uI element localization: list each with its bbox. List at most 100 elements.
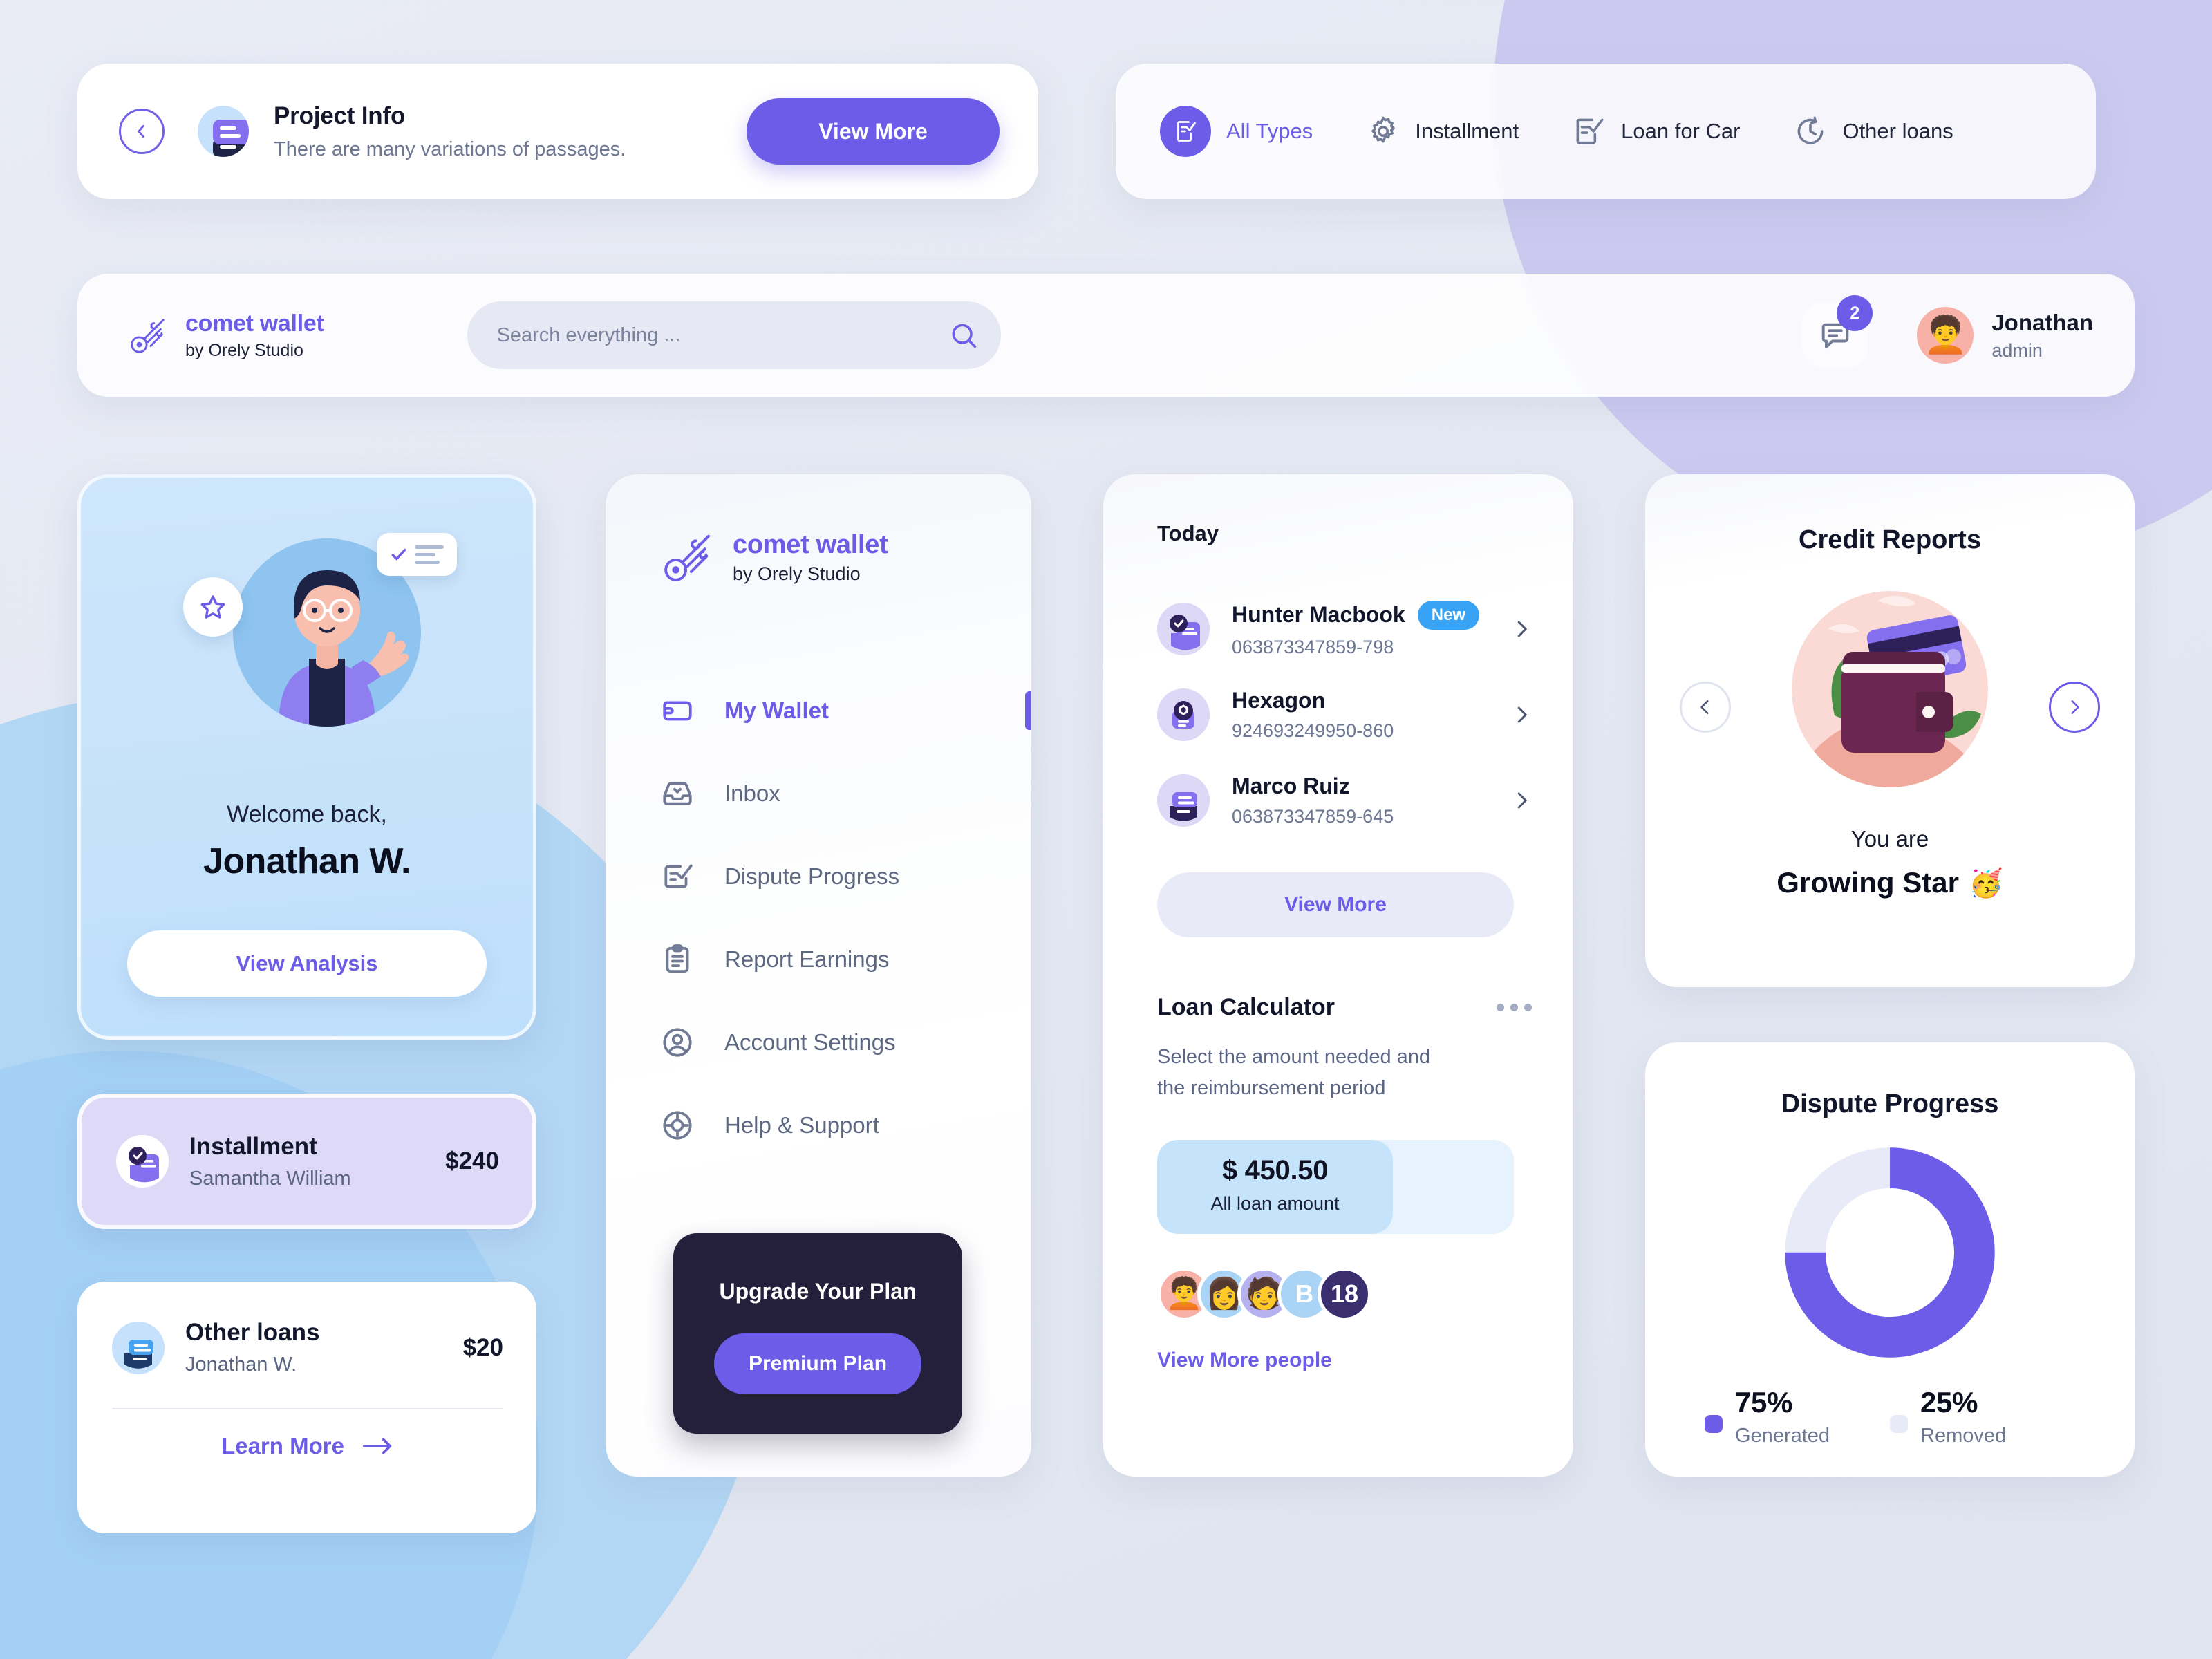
tab-label: Other loans bbox=[1842, 119, 1953, 143]
column-navigation: comet wallet by Orely Studio My Wallet I… bbox=[606, 474, 1031, 1477]
loan-amount: $240 bbox=[445, 1147, 499, 1174]
legend-value: 25% bbox=[1920, 1386, 1978, 1418]
credit-reports-title: Credit Reports bbox=[1799, 525, 1981, 554]
brand-logo[interactable]: comet wallet by Orely Studio bbox=[127, 310, 324, 361]
sidebar-item-inbox[interactable]: Inbox bbox=[606, 752, 1031, 835]
upgrade-plan-card: Upgrade Your Plan Premium Plan bbox=[673, 1233, 962, 1434]
carousel-next-button[interactable] bbox=[2049, 682, 2100, 733]
sidebar-brand-text: comet wallet by Orely Studio bbox=[733, 530, 888, 585]
user-role: admin bbox=[1991, 339, 2043, 361]
tab-other-loans[interactable]: Other loans bbox=[1792, 113, 1953, 149]
transactions-view-more-button[interactable]: View More bbox=[1157, 872, 1514, 937]
chevron-right-icon[interactable] bbox=[1511, 704, 1532, 725]
welcome-profile-card: Welcome back, Jonathan W. View Analysis bbox=[77, 474, 536, 1040]
transaction-name: Hunter Macbook bbox=[1232, 602, 1405, 627]
back-button[interactable] bbox=[119, 109, 165, 154]
sidebar-item-label: Inbox bbox=[724, 780, 780, 806]
sidebar-item-label: Dispute Progress bbox=[724, 863, 900, 889]
search-icon[interactable] bbox=[948, 320, 979, 350]
loan-amount-readout: $ 450.50 All loan amount bbox=[1157, 1140, 1393, 1215]
transactions-list: Hunter Macbook New 063873347859-798 Hexa… bbox=[1157, 586, 1532, 843]
other-loans-row[interactable]: Other loans Jonathan W. $20 bbox=[112, 1319, 503, 1376]
tab-loan-for-car[interactable]: Loan for Car bbox=[1571, 113, 1740, 149]
loan-amount: $20 bbox=[462, 1333, 503, 1361]
transaction-number: 924693249950-860 bbox=[1232, 720, 1394, 741]
legend-item-removed: 25% Removed bbox=[1890, 1386, 2075, 1447]
list-item[interactable]: Hunter Macbook New 063873347859-798 bbox=[1157, 586, 1532, 672]
sidebar-item-help-support[interactable]: Help & Support bbox=[606, 1084, 1031, 1167]
hexagon-card-icon bbox=[1157, 688, 1210, 741]
header-right-group: 2 🧑‍🦱 Jonathan admin bbox=[1802, 295, 2093, 368]
project-subtitle: There are many variations of passages. bbox=[274, 138, 626, 160]
page-title: Project Info bbox=[274, 102, 406, 129]
sidebar-item-account-settings[interactable]: Account Settings bbox=[606, 1001, 1031, 1084]
column-reports: Credit Reports You are Growing Star 🥳 Di… bbox=[1645, 474, 2135, 1477]
chart-legend: 75% Generated 25% Removed bbox=[1645, 1386, 2135, 1447]
list-item[interactable]: Marco Ruiz 063873347859-645 bbox=[1157, 758, 1532, 843]
avatar-overflow-count[interactable]: 18 bbox=[1318, 1266, 1371, 1321]
user-circle-icon bbox=[659, 1024, 695, 1060]
dispute-progress-donut-chart bbox=[1784, 1147, 1996, 1358]
messages-button[interactable]: 2 bbox=[1802, 295, 1873, 368]
search-input[interactable] bbox=[496, 324, 949, 347]
loan-title: Installment bbox=[189, 1132, 317, 1160]
tab-all-types[interactable]: All Types bbox=[1160, 106, 1313, 157]
arrow-right-icon bbox=[362, 1438, 392, 1454]
loan-types-tabbar: All Types Installment Loan for Car Other… bbox=[1116, 64, 2096, 199]
sidebar-item-dispute-progress[interactable]: Dispute Progress bbox=[606, 835, 1031, 918]
check-icon bbox=[391, 548, 406, 561]
list-item[interactable]: Hexagon 924693249950-860 bbox=[1157, 672, 1532, 758]
chevron-left-icon bbox=[138, 125, 144, 138]
upgrade-title: Upgrade Your Plan bbox=[719, 1279, 917, 1304]
transaction-body: Marco Ruiz 063873347859-645 bbox=[1232, 774, 1511, 827]
check-card-icon bbox=[116, 1135, 169, 1188]
task-badge bbox=[377, 533, 457, 576]
loan-calculator-header: Loan Calculator bbox=[1157, 994, 1532, 1021]
credit-status-label: Growing Star bbox=[1777, 866, 1959, 899]
brand-byline: by Orely Studio bbox=[185, 340, 303, 360]
installment-card[interactable]: Installment Samantha William $240 bbox=[77, 1094, 536, 1229]
carousel-prev-button[interactable] bbox=[1680, 682, 1731, 733]
chevron-right-icon bbox=[2071, 700, 2079, 714]
brand-byline: by Orely Studio bbox=[733, 563, 861, 584]
tab-installment[interactable]: Installment bbox=[1365, 113, 1519, 149]
transaction-body: Hexagon 924693249950-860 bbox=[1232, 688, 1511, 742]
tab-label: All Types bbox=[1226, 119, 1313, 143]
chevron-right-icon[interactable] bbox=[1511, 619, 1532, 639]
loan-calculator-title: Loan Calculator bbox=[1157, 994, 1335, 1020]
chevron-right-icon[interactable] bbox=[1511, 790, 1532, 811]
brand-name: comet wallet bbox=[733, 529, 888, 559]
welcome-user-name: Jonathan W. bbox=[203, 841, 411, 881]
checklist-icon bbox=[1160, 106, 1211, 157]
app-header: comet wallet by Orely Studio 2 🧑‍🦱 Jonat… bbox=[77, 274, 2135, 397]
loan-subtitle: Samantha William bbox=[189, 1167, 351, 1190]
user-meta[interactable]: Jonathan admin bbox=[1991, 310, 2093, 362]
loan-amount-slider[interactable]: $ 450.50 All loan amount bbox=[1157, 1139, 1514, 1234]
star-icon bbox=[200, 595, 225, 619]
search-bar[interactable] bbox=[467, 301, 1002, 369]
messages-badge: 2 bbox=[1837, 295, 1873, 331]
premium-plan-button[interactable]: Premium Plan bbox=[714, 1333, 921, 1394]
view-more-people-link[interactable]: View More people bbox=[1157, 1349, 1532, 1372]
legend-swatch bbox=[1705, 1415, 1723, 1433]
welcome-greeting: Welcome back, bbox=[227, 801, 387, 827]
view-more-button[interactable]: View More bbox=[747, 98, 1000, 165]
transaction-body: Hunter Macbook New 063873347859-798 bbox=[1232, 600, 1511, 658]
today-label: Today bbox=[1157, 521, 1219, 545]
dispute-progress-card: Dispute Progress 75% Generated 25% Remov… bbox=[1645, 1042, 2135, 1477]
brand-text: comet wallet by Orely Studio bbox=[185, 310, 324, 361]
transaction-name-line: Marco Ruiz bbox=[1232, 774, 1511, 799]
sidebar-item-report-earnings[interactable]: Report Earnings bbox=[606, 918, 1031, 1001]
cards-stack-icon bbox=[1157, 774, 1210, 827]
view-analysis-button[interactable]: View Analysis bbox=[127, 930, 487, 997]
more-horizontal-icon[interactable] bbox=[1497, 1004, 1532, 1011]
cards-stack-icon bbox=[112, 1321, 165, 1374]
sidebar-item-label: Account Settings bbox=[724, 1029, 896, 1055]
transaction-number: 063873347859-798 bbox=[1232, 636, 1394, 657]
avatar[interactable]: 🧑‍🦱 bbox=[1917, 307, 1974, 364]
sidebar-item-my-wallet[interactable]: My Wallet bbox=[606, 669, 1031, 752]
transaction-name: Hexagon bbox=[1232, 688, 1326, 713]
wallet-with-card-illustration bbox=[1786, 585, 1994, 793]
sidebar-brand[interactable]: comet wallet by Orely Studio bbox=[606, 528, 1031, 586]
learn-more-link[interactable]: Learn More bbox=[112, 1433, 503, 1459]
